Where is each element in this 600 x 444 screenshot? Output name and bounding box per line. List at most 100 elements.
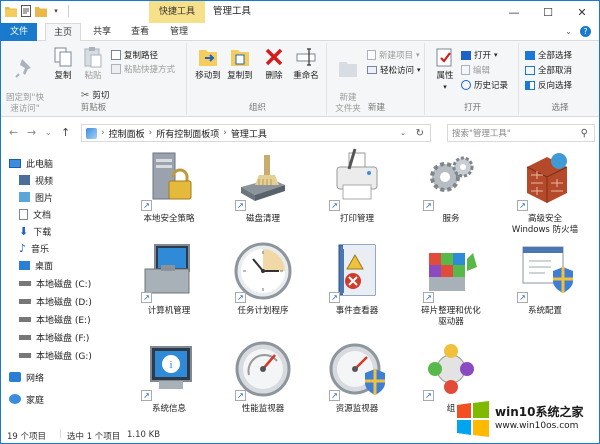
shortcut-arrow-icon: ↗ (329, 390, 340, 401)
defrag-icon: ↗ (419, 239, 483, 303)
nav-item-documents[interactable]: 文档 (19, 206, 51, 222)
back-icon[interactable]: ← (9, 126, 18, 139)
folder-icon (5, 5, 17, 17)
copy-button[interactable]: 复制 (49, 45, 77, 82)
nav-item-downloads[interactable]: ⬇ 下载 (19, 223, 51, 239)
copy-icon (51, 45, 75, 69)
file-list: ↗ 本地安全策略 ↗ 磁盘清理 ↗ 打印管理 ↗ 服务 ↗ 高级安全 Windo… (123, 147, 599, 427)
paste-button[interactable]: 粘贴 (79, 45, 107, 82)
new-folder-icon (336, 56, 360, 80)
control-panel-icon (86, 127, 97, 139)
delete-button[interactable]: 删除 (261, 45, 287, 82)
search-icon[interactable]: ⚲ (581, 128, 588, 139)
print-management-icon: ↗ (325, 147, 389, 211)
customize-qa-icon[interactable]: ▾ (50, 5, 62, 17)
nav-item-drive-d[interactable]: 本地磁盘 (D:) (19, 293, 92, 309)
tab-manage[interactable]: 管理 (159, 23, 199, 41)
search-box[interactable]: 搜索"管理工具" ⚲ (447, 124, 595, 142)
list-item-event-viewer[interactable]: ↗ 事件查看器 (311, 239, 403, 317)
shortcut-arrow-icon: ↗ (423, 200, 434, 211)
watermark: win10系统之家 www.win10os.com (453, 397, 599, 441)
list-item-task-scheduler[interactable]: ↗ 任务计划程序 (217, 239, 309, 317)
up-icon[interactable]: ↑ (61, 126, 70, 139)
search-input[interactable]: 搜索"管理工具" (452, 127, 511, 139)
list-item-print-management[interactable]: ↗ 打印管理 (311, 147, 403, 225)
delete-icon (262, 45, 286, 69)
nav-item-drive-c[interactable]: 本地磁盘 (C:) (19, 275, 91, 291)
list-item-performance-monitor[interactable]: ↗ 性能监视器 (217, 337, 309, 415)
invert-selection-icon (525, 80, 535, 90)
expand-ribbon-icon[interactable]: ⌄ (565, 27, 572, 36)
nav-item-drive-g[interactable]: 本地磁盘 (G:) (19, 347, 92, 363)
rename-button[interactable]: 重命名 (289, 45, 323, 82)
list-item-services[interactable]: ↗ 服务 (405, 147, 497, 225)
context-tab-shortcut-tools[interactable]: 快捷工具 (149, 1, 205, 23)
address-bar[interactable]: › 控制面板 › 所有控制面板项 › 管理工具 ⌄ ↻ (81, 124, 431, 142)
refresh-icon[interactable]: ↻ (416, 128, 424, 139)
select-all-button[interactable]: 全部选择 (525, 49, 572, 61)
list-item-local-security-policy[interactable]: ↗ 本地安全策略 (123, 147, 215, 225)
group-clipboard: 固定到"快 速访问" 复制 粘贴 复制路径 粘贴快捷方式 ✂ 剪切 剪贴板 (1, 43, 187, 115)
copy-path-button[interactable]: 复制路径 (111, 49, 158, 61)
invert-selection-button[interactable]: 反向选择 (525, 79, 572, 91)
watermark-url: www.win10os.com (495, 421, 579, 431)
recent-locations-icon[interactable]: ⌄ (45, 128, 52, 137)
address-dropdown-icon[interactable]: ⌄ (400, 129, 406, 137)
select-none-button[interactable]: 全部取消 (525, 64, 572, 76)
maximize-button[interactable]: ☐ (531, 1, 565, 23)
new-folder-qa-icon[interactable] (35, 5, 47, 17)
list-item-defrag[interactable]: ↗ 碎片整理和优化 驱动器 (405, 239, 497, 328)
paste-shortcut-button[interactable]: 粘贴快捷方式 (111, 63, 175, 75)
videos-icon (19, 175, 30, 185)
list-item-computer-management[interactable]: ↗ 计算机管理 (123, 239, 215, 317)
cut-button[interactable]: ✂ 剪切 (81, 89, 109, 102)
ribbon: 固定到"快 速访问" 复制 粘贴 复制路径 粘贴快捷方式 ✂ 剪切 剪贴板 移动… (1, 41, 599, 117)
group-select: 全部选择 全部取消 反向选择 选择 (521, 43, 599, 115)
list-item-disk-cleanup[interactable]: ↗ 磁盘清理 (217, 147, 309, 225)
shortcut-arrow-icon: ↗ (235, 200, 246, 211)
list-item-firewall[interactable]: ↗ 高级安全 Windows 防火墙 (499, 147, 591, 236)
shortcut-arrow-icon: ↗ (141, 390, 152, 401)
easy-access-button[interactable]: 轻松访问 ▾ (367, 64, 421, 76)
properties-check-icon (433, 45, 457, 69)
minimize-button[interactable]: — (497, 1, 531, 23)
tab-view[interactable]: 查看 (123, 23, 157, 41)
close-button[interactable]: ✕ (565, 1, 599, 23)
edit-button[interactable]: 编辑 (461, 64, 490, 76)
selected-size: 1.10 KB (127, 430, 161, 440)
breadcrumb-control-panel[interactable]: 控制面板 (109, 127, 145, 140)
forward-icon[interactable]: → (27, 126, 36, 139)
move-to-button[interactable]: 移动到 (193, 45, 223, 82)
nav-item-desktop[interactable]: 桌面 (19, 257, 53, 273)
title-bar: ▾ 快捷工具 管理工具 — ☐ ✕ (1, 1, 599, 23)
help-icon[interactable]: ? (580, 26, 591, 37)
breadcrumb-admin-tools[interactable]: 管理工具 (231, 127, 267, 140)
nav-item-music[interactable]: ♪ 音乐 (19, 240, 49, 256)
group-new: 新建 文件夹 新建项目 ▾ 轻松访问 ▾ 新建 (329, 43, 425, 115)
nav-item-this-pc[interactable]: 此电脑 (9, 155, 53, 171)
open-button[interactable]: 打开 ▾ (461, 49, 498, 61)
nav-item-drive-f[interactable]: 本地磁盘 (F:) (19, 329, 89, 345)
tab-share[interactable]: 共享 (85, 23, 119, 41)
tab-file[interactable]: 文件 (1, 23, 37, 41)
nav-item-network[interactable]: 网络 (9, 369, 44, 385)
copy-to-button[interactable]: 复制到 (225, 45, 255, 82)
list-item-resource-monitor[interactable]: ↗ 资源监视器 (311, 337, 403, 415)
firewall-icon: ↗ (513, 147, 577, 211)
breadcrumb-all-items[interactable]: 所有控制面板项 (156, 127, 219, 140)
list-item-system-info[interactable]: i ↗ 系统信息 (123, 337, 215, 415)
shortcut-arrow-icon: ↗ (329, 200, 340, 211)
nav-item-drive-e[interactable]: 本地磁盘 (E:) (19, 311, 91, 327)
nav-item-homegroup[interactable]: 家庭 (9, 391, 44, 407)
list-item-system-config[interactable]: ↗ 系统配置 (499, 239, 591, 317)
pictures-icon (19, 192, 30, 202)
nav-item-videos[interactable]: 视频 (19, 172, 53, 188)
new-item-icon (367, 50, 376, 60)
quick-access-toolbar: ▾ (5, 5, 72, 17)
properties-button[interactable]: 属性 ▾ (431, 45, 459, 93)
nav-item-pictures[interactable]: 图片 (19, 189, 53, 205)
properties-icon[interactable] (20, 5, 32, 17)
tab-home[interactable]: 主页 (45, 23, 81, 42)
new-item-button[interactable]: 新建项目 ▾ (367, 49, 420, 61)
history-button[interactable]: 历史记录 (461, 79, 508, 91)
